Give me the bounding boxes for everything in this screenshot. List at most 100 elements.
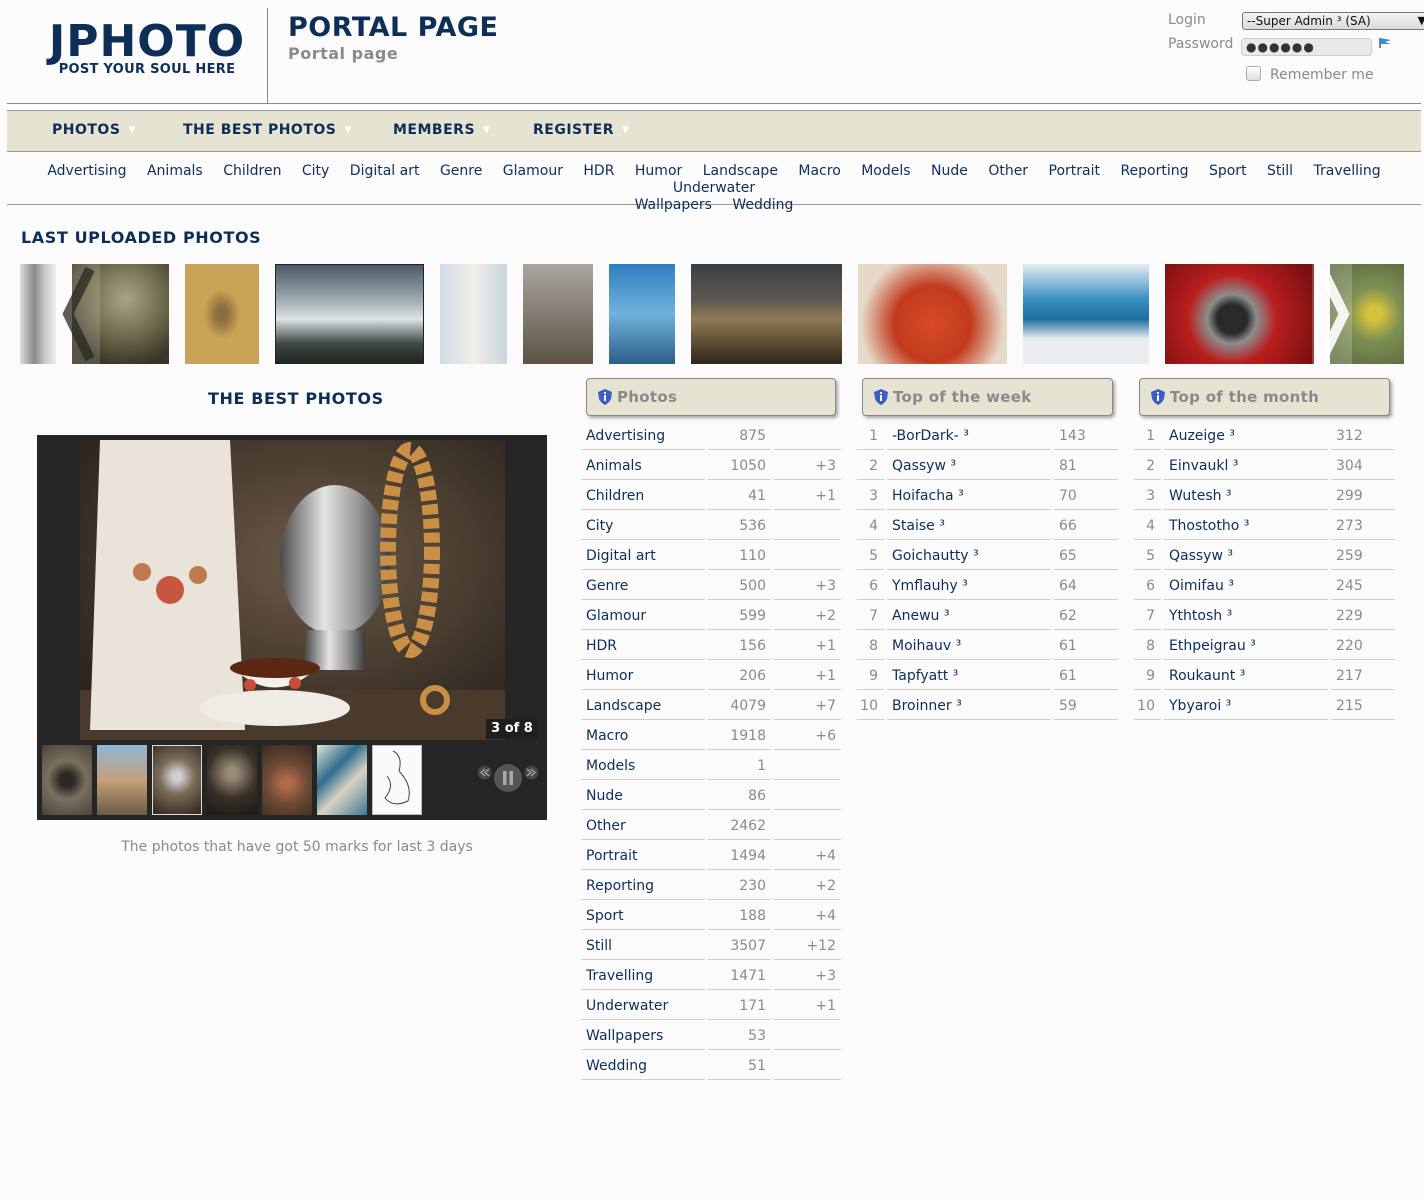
member-link[interactable]: Hoifacha ³ [887, 481, 1051, 510]
member-link[interactable]: Ythtosh ³ [1164, 601, 1328, 630]
category-link[interactable]: Models [861, 163, 910, 179]
slideshow-thumb[interactable] [152, 745, 202, 815]
category-count-link[interactable]: Sport [581, 901, 705, 930]
category-link[interactable]: Other [988, 163, 1028, 179]
member-link[interactable]: Anewu ³ [887, 601, 1051, 630]
slideshow-prev-icon[interactable] [477, 765, 492, 780]
category-link[interactable]: Travelling [1314, 163, 1381, 179]
member-link[interactable]: Moihauv ³ [887, 631, 1051, 660]
category-count-link[interactable]: Underwater [581, 991, 705, 1020]
slideshow-main-photo[interactable] [80, 440, 505, 740]
category-count-link[interactable]: HDR [581, 631, 705, 660]
member-link[interactable]: Goichautty ³ [887, 541, 1051, 570]
slideshow-thumb[interactable] [42, 745, 92, 815]
category-count-link[interactable]: Animals [581, 451, 705, 480]
category-count-link[interactable]: Children [581, 481, 705, 510]
photo-thumb[interactable] [20, 264, 56, 364]
photo-thumb[interactable] [609, 264, 675, 364]
password-field[interactable]: ●●●●●● [1241, 38, 1372, 56]
member-link[interactable]: Thostotho ³ [1164, 511, 1328, 540]
category-link[interactable]: Landscape [703, 163, 778, 179]
nav-best-photos[interactable]: THE BEST PHOTOS ▼ [183, 122, 352, 138]
category-count-link[interactable]: Models [581, 751, 705, 780]
member-link[interactable]: Einvaukl ³ [1164, 451, 1328, 480]
category-link[interactable]: Still [1267, 163, 1293, 179]
slideshow-thumb[interactable] [372, 745, 422, 815]
nav-photos[interactable]: PHOTOS ▼ [52, 122, 136, 138]
member-link[interactable]: Staise ³ [887, 511, 1051, 540]
slideshow-thumb[interactable] [317, 745, 367, 815]
category-count-link[interactable]: City [581, 511, 705, 540]
member-link[interactable]: Oimifau ³ [1164, 571, 1328, 600]
member-link[interactable]: Wutesh ³ [1164, 481, 1328, 510]
photo-thumb[interactable] [858, 264, 1007, 364]
category-link[interactable]: Glamour [503, 163, 563, 179]
login-select[interactable]: --Super Admin ³ (SA) ▼ [1242, 12, 1424, 30]
member-link[interactable]: Qassyw ³ [887, 451, 1051, 480]
category-count-link[interactable]: Reporting [581, 871, 705, 900]
photo-thumb[interactable] [440, 264, 507, 364]
slideshow-thumb[interactable] [97, 745, 147, 815]
category-count-link[interactable]: Landscape [581, 691, 705, 720]
category-link[interactable]: Genre [440, 163, 482, 179]
category-count-link[interactable]: Still [581, 931, 705, 960]
category-count-link[interactable]: Other [581, 811, 705, 840]
member-link[interactable]: Qassyw ³ [1164, 541, 1328, 570]
rank-number: 7 [857, 601, 884, 630]
logo-title[interactable]: JPHOTO [47, 20, 247, 64]
member-link[interactable]: -BorDark- ³ [887, 421, 1051, 450]
category-link[interactable]: Macro [798, 163, 840, 179]
photo-thumb[interactable] [523, 264, 593, 364]
photo-thumb[interactable] [1165, 264, 1314, 364]
category-link[interactable]: Humor [635, 163, 682, 179]
category-count-link[interactable]: Macro [581, 721, 705, 750]
member-link[interactable]: Ethpeigrau ³ [1164, 631, 1328, 660]
category-link[interactable]: City [302, 163, 329, 179]
category-link[interactable]: Wallpapers [635, 197, 712, 213]
category-count-link[interactable]: Wallpapers [581, 1021, 705, 1050]
photo-thumb[interactable] [691, 264, 842, 364]
member-link[interactable]: Ybyaroi ³ [1164, 691, 1328, 720]
nav-members[interactable]: MEMBERS ▼ [393, 122, 490, 138]
category-link[interactable]: HDR [583, 163, 614, 179]
slideshow-thumb[interactable] [207, 745, 257, 815]
category-count-link[interactable]: Advertising [581, 421, 705, 450]
slideshow-next-icon[interactable] [524, 765, 539, 780]
category-count-link[interactable]: Genre [581, 571, 705, 600]
category-link[interactable]: Advertising [47, 163, 126, 179]
chevron-left-icon[interactable] [60, 264, 100, 364]
login-submit-icon[interactable] [1377, 36, 1395, 50]
chevron-right-icon[interactable] [1312, 264, 1352, 364]
category-count-link[interactable]: Travelling [581, 961, 705, 990]
category-count-link[interactable]: Digital art [581, 541, 705, 570]
member-link[interactable]: Roukaunt ³ [1164, 661, 1328, 690]
photo-thumb[interactable] [1023, 264, 1149, 364]
member-link[interactable]: Tapfyatt ³ [887, 661, 1051, 690]
category-count: 599 [708, 601, 771, 630]
category-count-link[interactable]: Nude [581, 781, 705, 810]
slideshow-thumb[interactable] [262, 745, 312, 815]
photo-thumb[interactable] [185, 264, 259, 364]
remember-me-checkbox[interactable] [1246, 66, 1261, 81]
category-link[interactable]: Animals [147, 163, 203, 179]
category-link[interactable]: Digital art [350, 163, 420, 179]
member-link[interactable]: Broinner ³ [887, 691, 1051, 720]
nav-register[interactable]: REGISTER ▼ [533, 122, 629, 138]
member-link[interactable]: Ymflauhy ³ [887, 571, 1051, 600]
category-link[interactable]: Children [223, 163, 281, 179]
category-count: 536 [708, 511, 771, 540]
category-link[interactable]: Nude [931, 163, 968, 179]
site-logo[interactable]: JPHOTO POST YOUR SOUL HERE [47, 20, 247, 77]
category-count-link[interactable]: Humor [581, 661, 705, 690]
member-link[interactable]: Auzeige ³ [1164, 421, 1328, 450]
category-link[interactable]: Portrait [1049, 163, 1100, 179]
category-link[interactable]: Wedding [732, 197, 793, 213]
category-link[interactable]: Underwater [673, 180, 755, 196]
category-count-link[interactable]: Wedding [581, 1051, 705, 1080]
category-count-link[interactable]: Portrait [581, 841, 705, 870]
category-link[interactable]: Reporting [1120, 163, 1188, 179]
category-link[interactable]: Sport [1209, 163, 1247, 179]
pause-icon[interactable] [493, 763, 523, 793]
photo-thumb[interactable] [275, 264, 424, 364]
category-count-link[interactable]: Glamour [581, 601, 705, 630]
